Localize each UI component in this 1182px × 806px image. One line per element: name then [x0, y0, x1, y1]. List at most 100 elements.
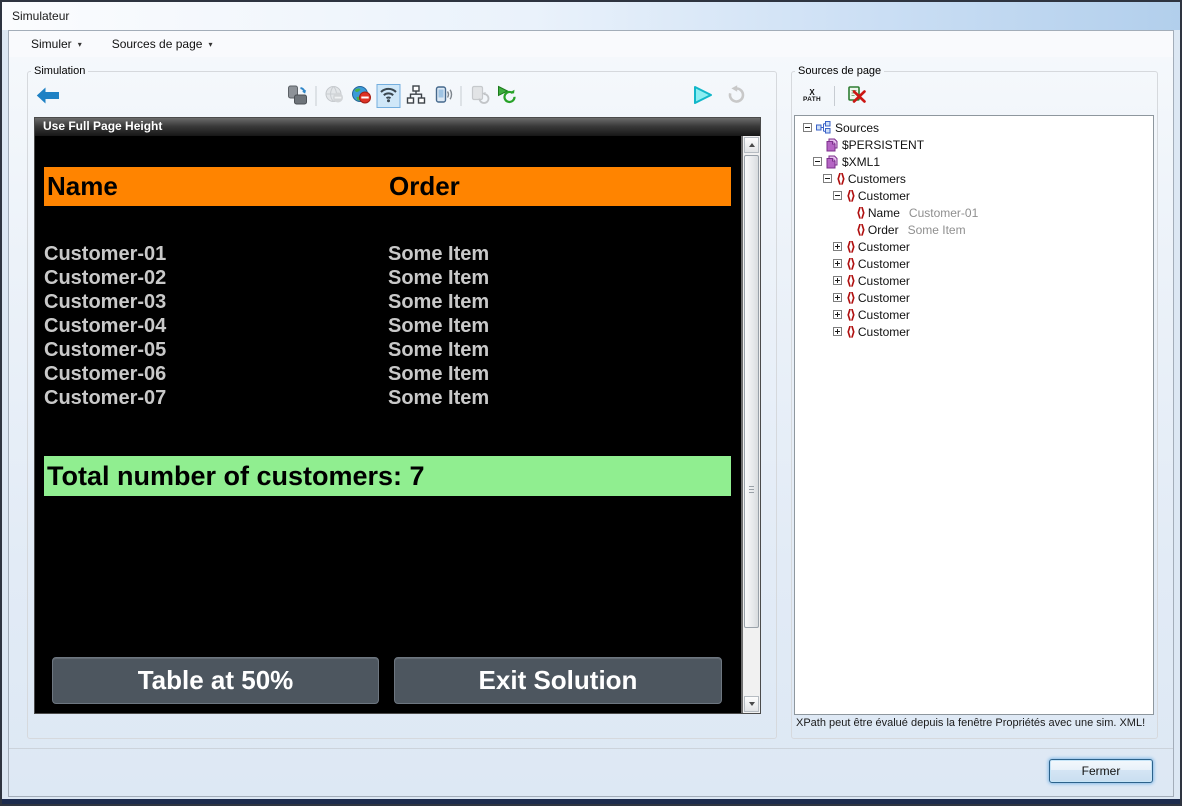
- network-icon: [406, 85, 425, 107]
- tree-node-label: $PERSISTENT: [842, 138, 924, 152]
- refresh-page-button[interactable]: [468, 84, 492, 108]
- tree-node-value: Customer-01: [909, 206, 978, 220]
- browser-blocked-button[interactable]: [350, 84, 374, 108]
- tree-item[interactable]: ⟨⟩Customer: [795, 187, 1153, 204]
- table-at-50-button[interactable]: Table at 50%: [52, 657, 379, 704]
- toolbar-separator: [461, 86, 462, 106]
- refresh-page-icon: [470, 85, 489, 107]
- chevron-down-icon: ▾: [208, 40, 212, 49]
- device-rotate-icon: [288, 85, 308, 108]
- simulated-page-body: Name Order Customer-01Some ItemCustomer-…: [35, 136, 760, 713]
- menu-simuler[interactable]: Simuler ▾: [27, 35, 86, 53]
- element-icon: ⟨⟩: [856, 207, 864, 219]
- tree-expand-toggle[interactable]: [833, 310, 842, 319]
- reset-button[interactable]: [724, 84, 748, 108]
- tree-node-label: Name: [868, 206, 900, 220]
- reload-sources-button[interactable]: [495, 84, 519, 108]
- table-row: Customer-07Some Item: [44, 386, 736, 410]
- simulated-page-title: Use Full Page Height: [35, 118, 760, 136]
- browser-offline-button[interactable]: [323, 84, 347, 108]
- sources-panel-title: Sources de page: [795, 65, 884, 77]
- tree-node-label: Customers: [848, 172, 906, 186]
- tree-item[interactable]: ⟨⟩OrderSome Item: [795, 221, 1153, 238]
- toolbar-separator: [316, 86, 317, 106]
- element-icon: ⟨⟩: [846, 275, 854, 287]
- customer-name: Customer-05: [44, 339, 166, 361]
- tree-item[interactable]: Sources: [795, 119, 1153, 136]
- play-icon: [692, 85, 714, 108]
- customer-name: Customer-07: [44, 387, 166, 409]
- tree-expand-toggle[interactable]: [833, 327, 842, 336]
- exit-solution-button[interactable]: Exit Solution: [394, 657, 722, 704]
- scroll-up-icon[interactable]: [744, 137, 759, 153]
- simulation-panel-title: Simulation: [31, 65, 88, 77]
- page-scrollbar[interactable]: [741, 136, 760, 713]
- column-header-name: Name: [44, 171, 118, 202]
- remove-xpath-button[interactable]: [845, 84, 869, 108]
- tree-item[interactable]: ⟨⟩Customer: [795, 272, 1153, 289]
- tree-node-label: Customer: [858, 325, 910, 339]
- menu-sources-de-page[interactable]: Sources de page ▾: [108, 35, 217, 53]
- tree-node-label: Order: [868, 223, 899, 237]
- xpath-button[interactable]: XPATH: [800, 84, 824, 108]
- tree-expand-toggle[interactable]: [813, 157, 822, 166]
- play-button[interactable]: [691, 84, 715, 108]
- tree-node-label: Customer: [858, 189, 910, 203]
- xpath-hint-text: XPath peut être évalué depuis la fenêtre…: [796, 717, 1145, 729]
- table-header-row: Name Order: [44, 167, 731, 206]
- customer-name: Customer-04: [44, 315, 166, 337]
- toolbar-separator: [834, 86, 835, 106]
- tree-item[interactable]: ⟨⟩ Customer: [795, 255, 1153, 272]
- table-row: Customer-05Some Item: [44, 338, 736, 362]
- simulation-toolbar: [34, 81, 770, 113]
- sources-toolbar: XPATH: [800, 83, 869, 109]
- tree-item[interactable]: $PERSISTENT: [795, 136, 1153, 153]
- xpath-icon: XPATH: [801, 89, 823, 103]
- tree-item[interactable]: ⟨⟩Customer: [795, 306, 1153, 323]
- tree-expand-toggle[interactable]: [833, 242, 842, 251]
- tree-item[interactable]: ⟨⟩ Customers: [795, 170, 1153, 187]
- tree-expand-toggle[interactable]: [833, 276, 842, 285]
- device-rotate-button[interactable]: [286, 84, 310, 108]
- table-row: Customer-06Some Item: [44, 362, 736, 386]
- dialog-footer: Fermer: [9, 748, 1173, 796]
- tree-expand-toggle[interactable]: [833, 259, 842, 268]
- tree-item[interactable]: $XML1: [795, 153, 1153, 170]
- sources-icon: [816, 121, 831, 134]
- mobile-signal-button[interactable]: [431, 84, 455, 108]
- customer-name: Customer-06: [44, 363, 166, 385]
- tree-item[interactable]: ⟨⟩Customer: [795, 238, 1153, 255]
- tree-expand-toggle[interactable]: [833, 293, 842, 302]
- window-titlebar: Simulateur: [2, 2, 1180, 30]
- back-button[interactable]: [36, 85, 60, 109]
- device-toolbar: [286, 84, 519, 108]
- total-customers-bar: Total number of customers: 7: [44, 456, 731, 496]
- customer-name: Customer-02: [44, 267, 166, 289]
- tree-item[interactable]: ⟨⟩ Name Customer-01: [795, 204, 1153, 221]
- wifi-icon: [380, 87, 398, 106]
- tree-expand-toggle[interactable]: [803, 123, 812, 132]
- element-icon: ⟨⟩: [846, 258, 854, 270]
- sources-tree: Sources$PERSISTENT$XML1⟨⟩Customers⟨⟩Cust…: [794, 115, 1154, 715]
- scroll-down-icon[interactable]: [744, 696, 759, 712]
- tree-item[interactable]: ⟨⟩Customer: [795, 323, 1153, 340]
- tree-node-label: Customer: [858, 257, 910, 271]
- scrollbar-thumb[interactable]: [744, 155, 759, 628]
- simulation-panel: Simulation: [27, 65, 777, 739]
- mobile-signal-icon: [433, 85, 453, 107]
- simulator-window: Simulateur Simuler ▾ Sources de page ▾ S…: [0, 0, 1182, 806]
- reset-icon: [726, 85, 746, 108]
- tree-node-label: Customer: [858, 240, 910, 254]
- tree-item[interactable]: ⟨⟩Customer: [795, 289, 1153, 306]
- tree-expand-toggle[interactable]: [823, 174, 832, 183]
- element-icon: ⟨⟩: [836, 173, 844, 185]
- wifi-button[interactable]: [377, 84, 401, 108]
- network-button[interactable]: [404, 84, 428, 108]
- run-controls: [691, 84, 748, 108]
- element-icon: ⟨⟩: [856, 224, 864, 236]
- tree-node-label: Customer: [858, 308, 910, 322]
- tree-expand-toggle[interactable]: [833, 191, 842, 200]
- table-row: Customer-01Some Item: [44, 242, 736, 266]
- sources-panel: Sources de page XPATH Sources$PERSIS: [791, 65, 1158, 739]
- close-button[interactable]: Fermer: [1049, 759, 1153, 783]
